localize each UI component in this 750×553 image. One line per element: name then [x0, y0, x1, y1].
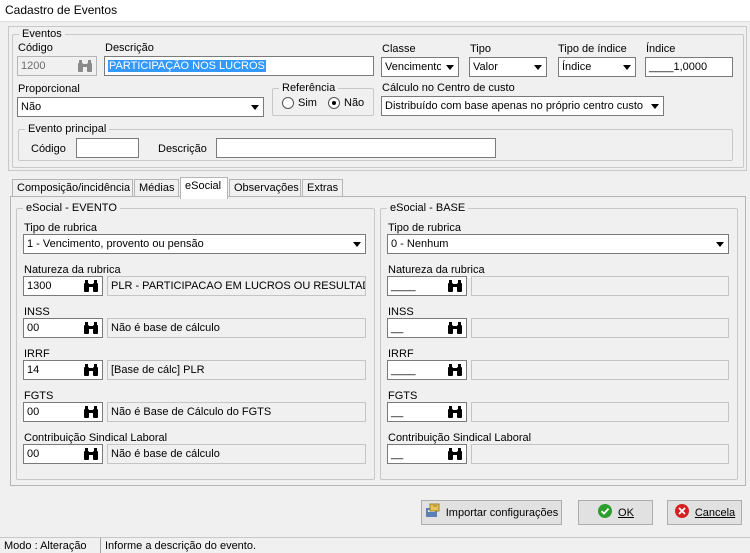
ev-natureza-binoculars-icon[interactable]: [82, 277, 100, 295]
referencia-sim-label[interactable]: Sim: [298, 97, 317, 110]
base-inss-binoculars-icon[interactable]: [446, 319, 464, 337]
indice-input[interactable]: ____1,0000: [645, 57, 733, 77]
base-sindical-binoculars-icon[interactable]: [446, 445, 464, 463]
descricao-label: Descrição: [105, 42, 154, 54]
importar-configuracoes-button[interactable]: Importar configurações: [421, 500, 562, 525]
classe-select[interactable]: Vencimento: [381, 57, 459, 77]
eventos-legend: Eventos: [22, 28, 62, 40]
esocial-evento-legend: eSocial - EVENTO: [26, 202, 117, 214]
importar-label: Importar configurações: [445, 506, 559, 519]
window-title: Cadastro de Eventos: [5, 3, 118, 17]
referencia-nao-label[interactable]: Não: [344, 97, 364, 110]
base-natureza-desc: [471, 276, 729, 296]
ev-fgts-binoculars-icon[interactable]: [82, 403, 100, 421]
cancel-icon: [674, 503, 690, 522]
evento-principal-descricao-label: Descrição: [158, 143, 207, 155]
esocial-base-legend: eSocial - BASE: [390, 202, 466, 214]
ok-label: OK: [618, 506, 634, 519]
base-fgts-binoculars-icon[interactable]: [446, 403, 464, 421]
proporcional-label: Proporcional: [18, 83, 80, 95]
ev-inss-binoculars-icon[interactable]: [82, 319, 100, 337]
evento-principal-codigo-label: Código: [31, 143, 66, 155]
base-natureza-binoculars-icon[interactable]: [446, 277, 464, 295]
chevron-down-icon[interactable]: [246, 99, 262, 115]
evento-principal-legend: Evento principal: [28, 123, 107, 135]
base-fgts-desc: [471, 402, 729, 422]
calculo-select[interactable]: Distribuído com base apenas no próprio c…: [381, 96, 664, 116]
base-sindical-desc: [471, 444, 729, 464]
codigo-search-binoculars-icon[interactable]: [76, 57, 94, 75]
tipo-indice-label: Tipo de índice: [558, 43, 627, 55]
chevron-down-icon[interactable]: [618, 59, 634, 75]
base-irrf-binoculars-icon[interactable]: [446, 361, 464, 379]
chevron-down-icon[interactable]: [529, 59, 545, 75]
calculo-label: Cálculo no Centro de custo: [382, 82, 515, 94]
ev-natureza-desc: PLR - PARTICIPACAO EM LUCROS OU RESULTAD: [107, 276, 366, 296]
chevron-down-icon[interactable]: [646, 98, 662, 114]
base-tipo-rubrica-value: 0 - Nenhum: [391, 238, 449, 250]
cancelar-label: Cancela: [694, 506, 736, 519]
calculo-value: Distribuído com base apenas no próprio c…: [385, 100, 644, 112]
evento-principal-codigo-input[interactable]: [76, 138, 139, 158]
chevron-down-icon[interactable]: [711, 236, 727, 252]
status-bar: Modo : Alteração Informe a descrição do …: [0, 537, 750, 553]
descricao-input[interactable]: PARTICIPAÇÃO NOS LUCROS: [104, 56, 374, 76]
chevron-down-icon[interactable]: [348, 236, 364, 252]
cancelar-button[interactable]: Cancela: [667, 500, 742, 525]
tipo-select[interactable]: Valor: [469, 57, 547, 77]
ev-tipo-rubrica-value: 1 - Vencimento, provento ou pensão: [27, 238, 204, 250]
codigo-label: Código: [18, 42, 53, 54]
ev-irrf-desc: [Base de cálc] PLR: [107, 360, 366, 380]
ev-inss-desc: Não é base de cálculo: [107, 318, 366, 338]
status-message: Informe a descrição do evento.: [105, 540, 257, 552]
ev-tipo-rubrica-select[interactable]: 1 - Vencimento, provento ou pensão: [23, 234, 366, 254]
tipo-value: Valor: [473, 61, 498, 73]
tipo-label: Tipo: [470, 43, 491, 55]
tipo-indice-select[interactable]: Índice: [558, 57, 636, 77]
status-separator: [100, 538, 101, 553]
ok-button[interactable]: OK: [578, 500, 653, 525]
ev-sindical-desc: Não é base de cálculo: [107, 444, 366, 464]
referencia-sim-radio[interactable]: [282, 97, 294, 109]
base-irrf-desc: [471, 360, 729, 380]
chevron-down-icon[interactable]: [441, 59, 457, 75]
proporcional-value: Não: [21, 101, 42, 113]
base-inss-desc: [471, 318, 729, 338]
import-icon: [425, 503, 441, 522]
classe-label: Classe: [382, 43, 416, 55]
descricao-value: PARTICIPAÇÃO NOS LUCROS: [108, 60, 266, 72]
ev-fgts-desc: Não é Base de Cálculo do FGTS: [107, 402, 366, 422]
check-icon: [597, 503, 613, 522]
referencia-legend: Referência: [282, 82, 336, 94]
indice-label: Índice: [646, 43, 676, 55]
tab-esocial[interactable]: eSocial: [180, 177, 228, 199]
evento-principal-descricao-input[interactable]: [216, 138, 496, 158]
ev-irrf-binoculars-icon[interactable]: [82, 361, 100, 379]
tipo-indice-value: Índice: [562, 61, 592, 73]
ev-sindical-binoculars-icon[interactable]: [82, 445, 100, 463]
proporcional-select[interactable]: Não: [17, 97, 264, 117]
referencia-nao-radio[interactable]: [328, 97, 340, 109]
status-mode: Modo : Alteração: [4, 540, 87, 552]
base-tipo-rubrica-select[interactable]: 0 - Nenhum: [387, 234, 729, 254]
classe-value: Vencimento: [385, 61, 443, 73]
window-titlebar: Cadastro de Eventos: [0, 0, 750, 22]
